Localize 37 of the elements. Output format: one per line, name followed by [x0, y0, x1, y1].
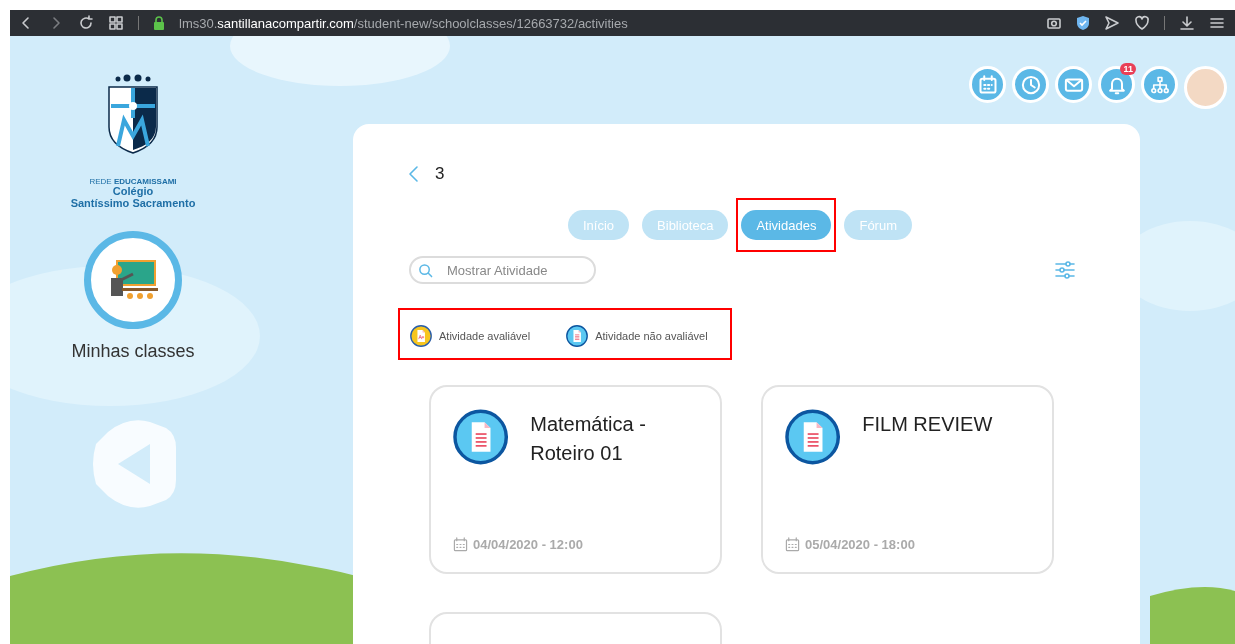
tab[interactable]: Atividades — [741, 210, 832, 240]
calendar-icon — [453, 537, 468, 552]
legend-label: Atividade avaliável — [439, 330, 531, 342]
reload-icon[interactable] — [78, 15, 94, 31]
send-icon[interactable] — [1104, 15, 1120, 31]
notifications-button[interactable]: 11 — [1098, 66, 1135, 103]
activity-title: FILM REVIEW — [862, 412, 994, 437]
lock-icon — [153, 16, 165, 30]
legend-label: Atividade não avaliável — [595, 330, 708, 342]
document-icon — [453, 409, 509, 465]
shield-icon[interactable] — [1076, 15, 1090, 31]
download-icon[interactable] — [1179, 15, 1195, 31]
document-icon — [785, 409, 841, 465]
search-field[interactable]: Mostrar Atividade — [409, 256, 596, 284]
menu-icon[interactable] — [1209, 15, 1225, 31]
hierarchy-icon — [1149, 74, 1170, 95]
document-icon — [566, 325, 589, 347]
calendar-icon — [785, 537, 800, 552]
grid-icon[interactable] — [108, 15, 124, 31]
activity-card[interactable]: FILM REVIEW 05/04/2020 - 18:00 — [761, 385, 1054, 574]
school-network-text: REDE EDUCAMISSAMI — [89, 178, 177, 187]
filter-sliders-icon[interactable] — [1055, 260, 1075, 280]
sidebar-label[interactable]: Minhas classes — [71, 341, 195, 363]
school-name-text: Santíssimo Sacramento — [70, 197, 196, 210]
heart-icon[interactable] — [1134, 15, 1150, 31]
camera-icon[interactable] — [1046, 15, 1062, 31]
activity-date: 04/04/2020 - 12:00 — [473, 537, 583, 552]
activity-date: 05/04/2020 - 18:00 — [805, 537, 915, 552]
school-name-text: Colégio — [112, 186, 154, 198]
activity-card[interactable]: Matemática - Roteiro 01 04/04/2020 - 12:00 — [429, 385, 722, 574]
class-title: 3 — [435, 164, 445, 184]
calendar-icon — [977, 74, 998, 95]
clock-icon — [1020, 74, 1041, 95]
activity-title: Matemática - Roteiro 01 — [530, 412, 647, 466]
notification-badge: 11 — [1120, 63, 1136, 75]
document-icon — [410, 325, 432, 347]
chevron-left-icon — [407, 165, 421, 183]
